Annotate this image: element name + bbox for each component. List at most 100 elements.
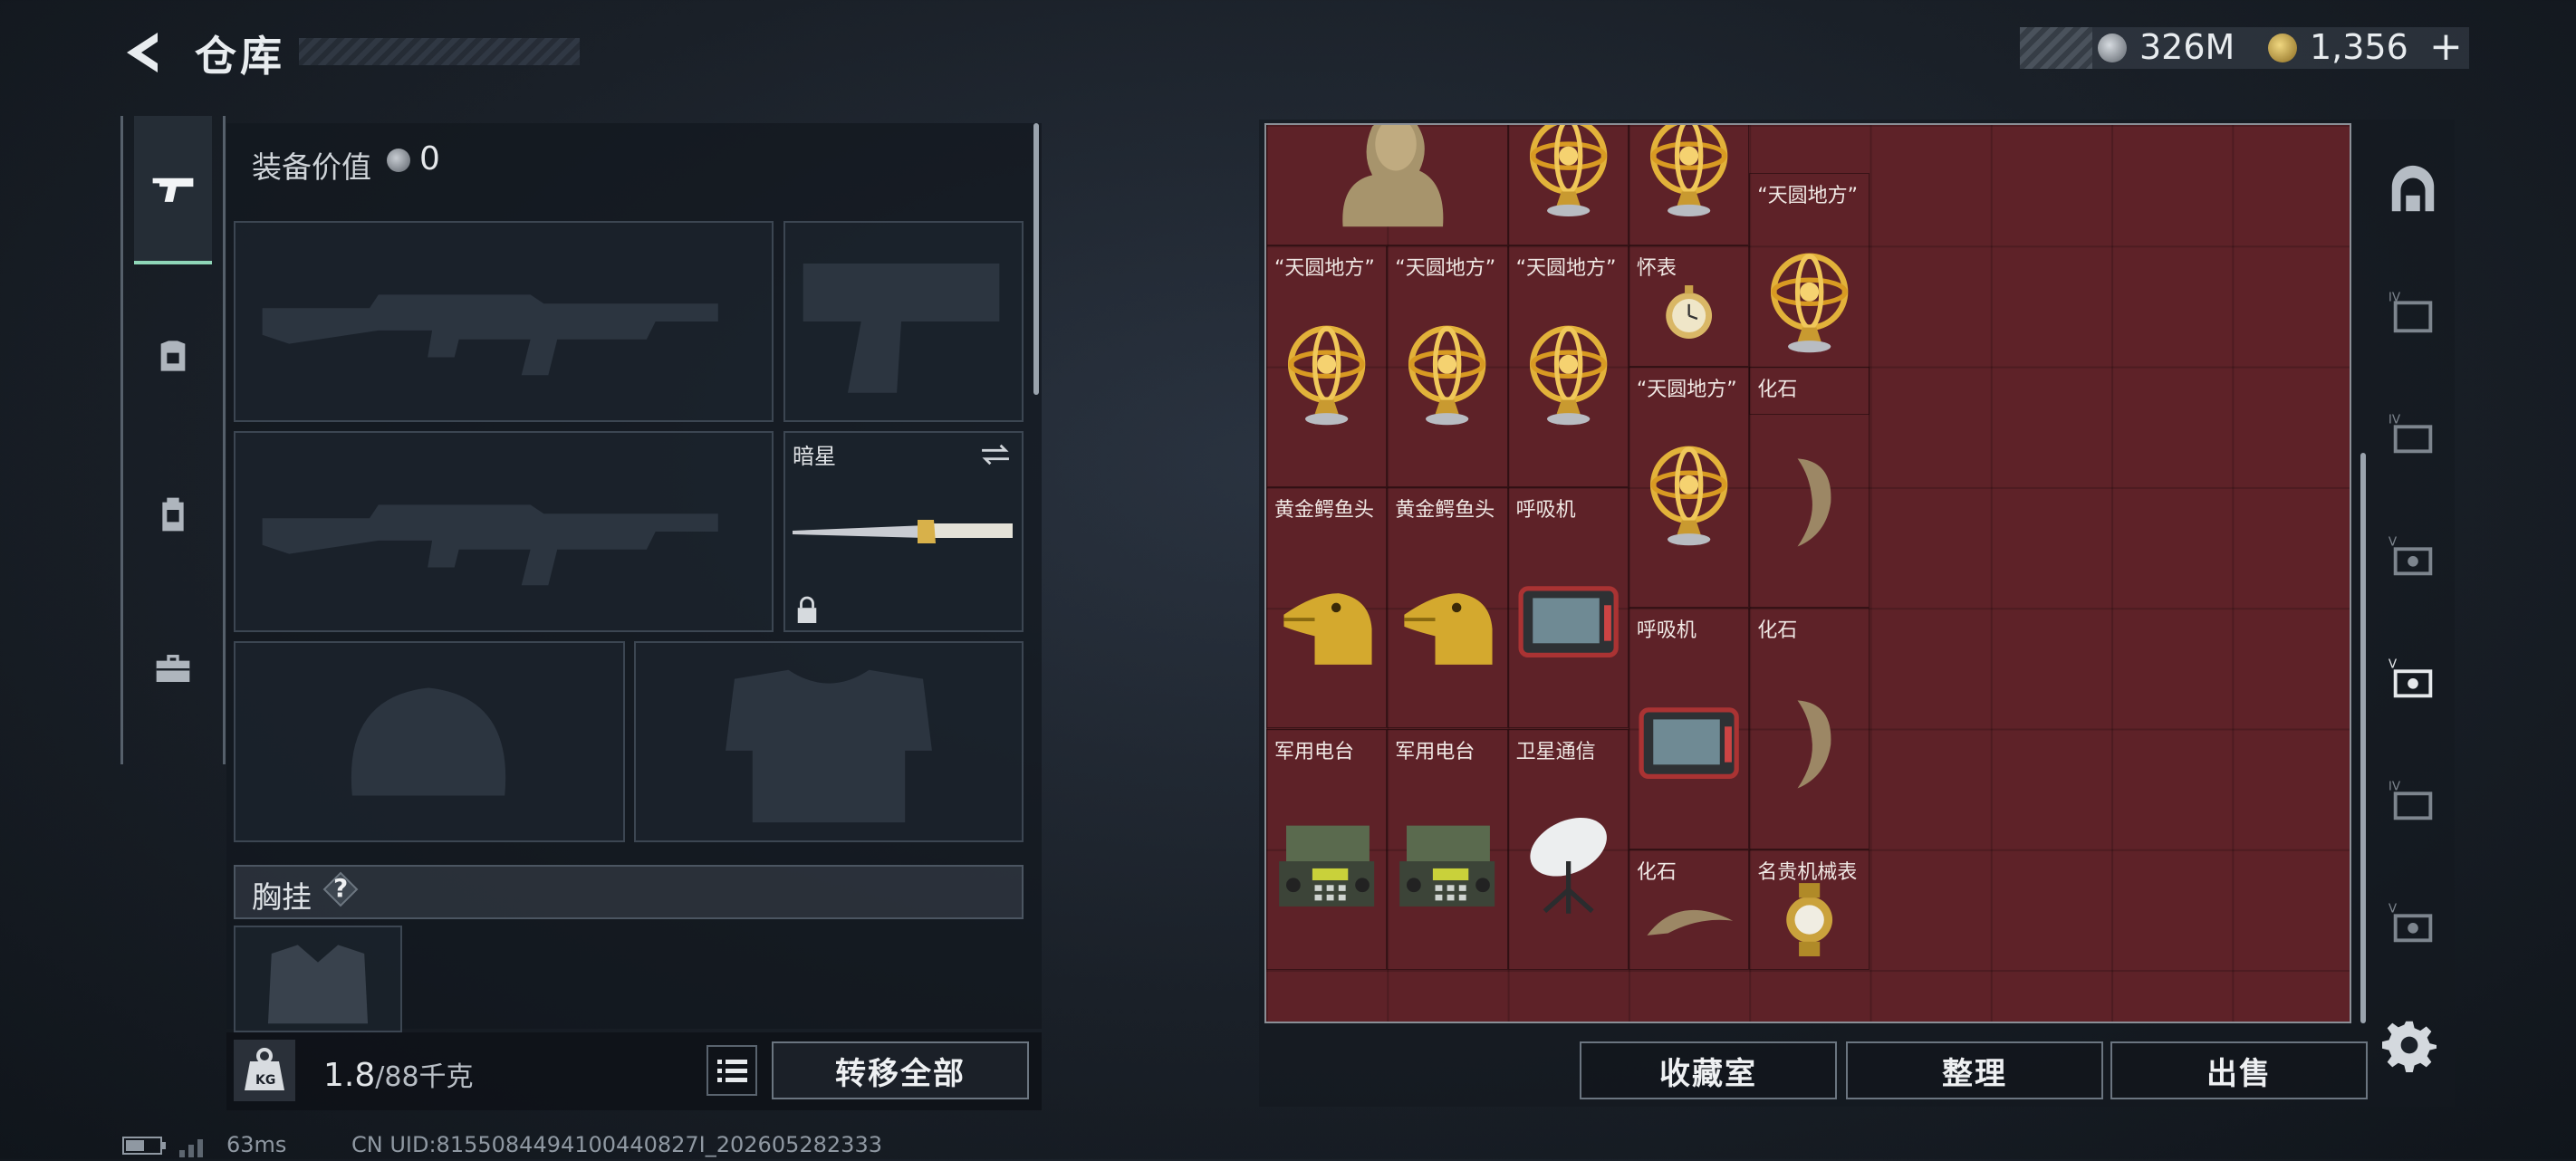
help-symbol: ? (333, 873, 349, 903)
stash-item-claw[interactable]: 化石 (1749, 608, 1870, 849)
case-v-icon: V (2389, 901, 2433, 943)
case-v-icon: V (2389, 534, 2433, 576)
title-decoration (299, 38, 580, 65)
equipment-value-label: 装备价值 (252, 149, 371, 185)
stash-item-name: 卫星通信 (1515, 740, 1596, 763)
bust-icon (1342, 125, 1444, 227)
tab-helmet[interactable] (134, 283, 212, 428)
list-view-button[interactable] (706, 1045, 757, 1096)
chest-rig-slot[interactable] (234, 926, 402, 1032)
sell-button[interactable]: 出售 (2110, 1041, 2368, 1099)
svg-text:IV: IV (2389, 412, 2401, 427)
stash-item-croc[interactable]: 黄金鳄鱼头 (1266, 486, 1388, 729)
pistol-silhouette-icon (803, 263, 1000, 393)
armillary-icon (1649, 446, 1728, 546)
equipment-value: 0 (419, 140, 440, 178)
equipment-scrollbar[interactable] (1033, 123, 1039, 395)
svg-text:V: V (2389, 534, 2398, 549)
stash-item-watch[interactable]: 名贵机械表 (1749, 849, 1870, 971)
stash-item-name: 呼吸机 (1515, 498, 1576, 522)
tab-case[interactable] (134, 596, 212, 741)
radio-icon (1399, 825, 1495, 907)
briefcase-icon (156, 655, 190, 682)
svg-text:V: V (2389, 657, 2398, 671)
pistol-slot[interactable] (783, 221, 1024, 422)
stash-item-armillary[interactable]: “天圆地方” (1387, 245, 1508, 487)
croc-icon (1283, 593, 1372, 666)
ventilator-icon (1518, 586, 1619, 658)
rifle-silhouette-icon (262, 294, 718, 376)
stash-item-armillary[interactable] (1628, 125, 1750, 246)
container-tab-3[interactable]: IV (2379, 399, 2447, 468)
tab-weapons[interactable] (134, 116, 212, 264)
stash-item-name: 军用电台 (1395, 740, 1475, 763)
primary-weapon-slot[interactable] (234, 221, 774, 422)
chest-rig-label: 胸挂 (252, 879, 312, 915)
stash-item-name: 军用电台 (1274, 740, 1355, 763)
ventilator-icon (1639, 706, 1739, 779)
secondary-weapon-slot[interactable] (234, 431, 774, 632)
stash-item-claw-flat[interactable]: 化石 (1628, 849, 1750, 971)
claw-icon (1797, 700, 1831, 789)
user-uid: CN UID:8155084494100440827I_202605282333 (351, 1132, 882, 1157)
stash-item-ventilator[interactable]: 呼吸机 (1628, 608, 1750, 849)
stash-item-name: 名贵机械表 (1757, 860, 1858, 884)
svg-text:IV: IV (2389, 779, 2401, 793)
container-tab-1[interactable] (2379, 156, 2447, 225)
stash-item-pocketwatch[interactable]: 怀表 (1628, 245, 1750, 367)
armillary-icon (1529, 325, 1607, 425)
case-iv-icon: IV (2389, 290, 2433, 333)
stash-item-armillary[interactable]: “天圆地方” (1266, 245, 1388, 487)
svg-text:V: V (2389, 901, 2398, 916)
rifle-silhouette-icon (262, 504, 718, 586)
stash-scrollbar[interactable] (2360, 453, 2366, 1023)
armillary-icon (1529, 125, 1607, 217)
stash-item-ventilator[interactable]: 呼吸机 (1507, 486, 1629, 729)
helmet-silhouette-icon (351, 687, 506, 796)
stash-item-name: 呼吸机 (1636, 619, 1697, 643)
container-tab-6[interactable]: IV (2379, 766, 2447, 835)
currency-silver: 326M (2139, 27, 2235, 67)
stash-item-name: “天圆地方” (1515, 257, 1617, 281)
armor-slot[interactable] (634, 641, 1024, 842)
container-tab-2[interactable]: IV (2379, 277, 2447, 346)
armillary-icon (1408, 325, 1486, 425)
transfer-all-button[interactable]: 转移全部 (772, 1041, 1029, 1099)
category-tabs (120, 116, 226, 764)
stash-item-armillary[interactable]: “天圆地方” (1628, 366, 1750, 609)
stash-item-radio[interactable]: 军用电台 (1266, 728, 1388, 971)
settings-button[interactable] (2382, 1018, 2440, 1076)
stash-item-satellite[interactable]: 卫星通信 (1507, 728, 1629, 971)
container-tab-4[interactable]: V (2379, 522, 2447, 590)
claw-icon (1797, 458, 1831, 547)
stash-item-armillary[interactable] (1507, 125, 1629, 246)
lock-icon (797, 596, 817, 623)
collection-room-button[interactable]: 收藏室 (1580, 1041, 1837, 1099)
stash-item-armillary[interactable]: “天圆地方” (1507, 245, 1629, 487)
stash-item-claw[interactable]: 化石 (1749, 366, 1870, 609)
weight-icon-box: KG (234, 1040, 295, 1101)
stash-item-radio[interactable]: 军用电台 (1387, 728, 1508, 971)
stash-item-name: 化石 (1757, 378, 1798, 401)
stash-item-bust[interactable] (1266, 125, 1508, 246)
helmet-slot[interactable] (234, 641, 625, 842)
weight-value: 1.8/88千克 (323, 1057, 474, 1094)
help-button[interactable]: ? (322, 871, 359, 907)
vault-icon (2391, 165, 2435, 212)
stash-item-name: “天圆地方” (1636, 378, 1737, 401)
organize-button[interactable]: 整理 (1846, 1041, 2103, 1099)
container-tab-7[interactable]: V (2379, 888, 2447, 957)
stash-item-croc[interactable]: 黄金鳄鱼头 (1387, 486, 1508, 729)
tab-backpack[interactable] (134, 442, 212, 587)
stash-item-name: 黄金鳄鱼头 (1395, 498, 1495, 522)
add-currency-button[interactable]: + (2429, 24, 2463, 70)
gear-icon (2382, 1021, 2437, 1072)
svg-text:KG: KG (255, 1073, 275, 1088)
knife-slot[interactable]: 暗星 (783, 431, 1024, 632)
silver-coin-icon (2098, 34, 2127, 62)
stash-item-name: 黄金鳄鱼头 (1274, 498, 1375, 522)
back-button[interactable] (118, 25, 172, 80)
gold-coin-icon (2268, 34, 2297, 62)
arrow-left-icon (127, 33, 158, 72)
container-tab-5-active[interactable]: V (2379, 644, 2447, 713)
